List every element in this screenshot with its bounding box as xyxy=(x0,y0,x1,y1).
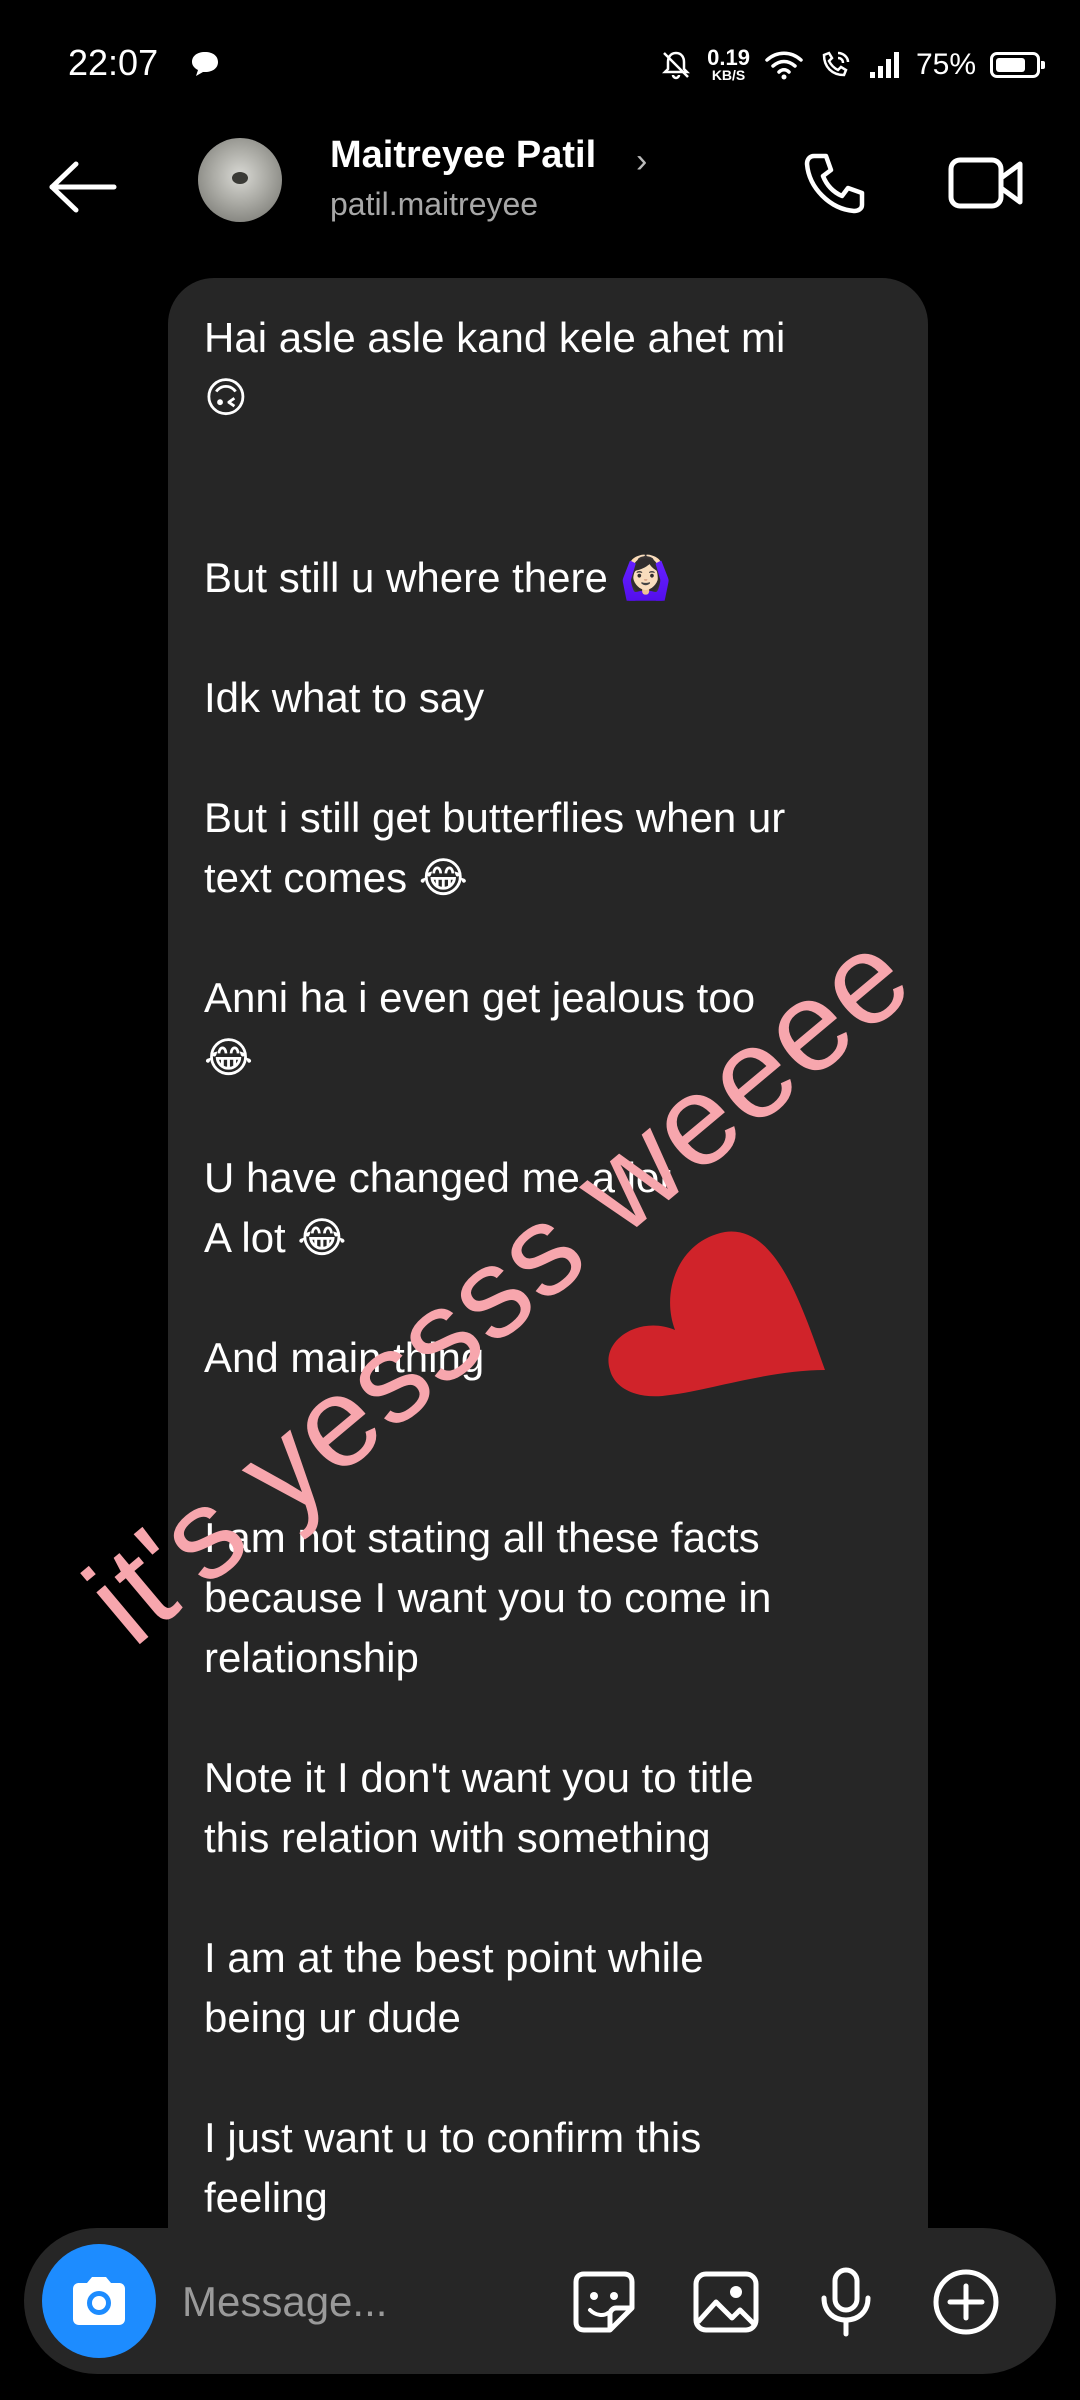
arrow-left-icon[interactable] xyxy=(44,152,124,222)
battery-percent: 75% xyxy=(915,48,976,81)
message-input[interactable] xyxy=(180,2266,544,2338)
mute-bell-icon xyxy=(662,51,691,80)
sticker-icon[interactable] xyxy=(566,2264,642,2340)
net-speed-unit: KB/S xyxy=(711,67,746,83)
status-time: 22:07 xyxy=(68,42,159,83)
avatar[interactable] xyxy=(198,138,282,222)
microphone-icon[interactable] xyxy=(808,2264,884,2340)
net-speed: 0.19 KB/S xyxy=(707,45,750,83)
chat-header: Maitreyee Patil › patil.maitreyee xyxy=(0,130,1080,240)
plus-circle-icon[interactable] xyxy=(928,2264,1004,2340)
status-bar: 22:07 0.19 KB/S 75% xyxy=(0,0,1080,130)
battery-icon xyxy=(990,52,1045,78)
contact-name[interactable]: Maitreyee Patil xyxy=(330,134,596,177)
battery-fill xyxy=(996,58,1025,72)
gallery-icon[interactable] xyxy=(688,2264,764,2340)
message-text: Hai asle asle kand kele ahet mi 🙃 But st… xyxy=(204,314,786,2221)
wifi-calling-icon xyxy=(822,51,850,77)
wifi-icon xyxy=(765,51,803,80)
camera-button[interactable] xyxy=(42,2244,156,2358)
phone-icon[interactable] xyxy=(800,148,870,218)
net-speed-value: 0.19 xyxy=(707,45,750,70)
status-icons: 0.19 KB/S 75% xyxy=(659,40,1045,90)
chevron-right-icon[interactable]: › xyxy=(636,142,647,181)
video-camera-icon[interactable] xyxy=(946,148,1026,218)
contact-handle[interactable]: patil.maitreyee xyxy=(330,186,538,223)
chat-bubble-icon xyxy=(192,52,218,76)
camera-icon xyxy=(73,2277,125,2325)
signal-icon xyxy=(869,52,899,78)
